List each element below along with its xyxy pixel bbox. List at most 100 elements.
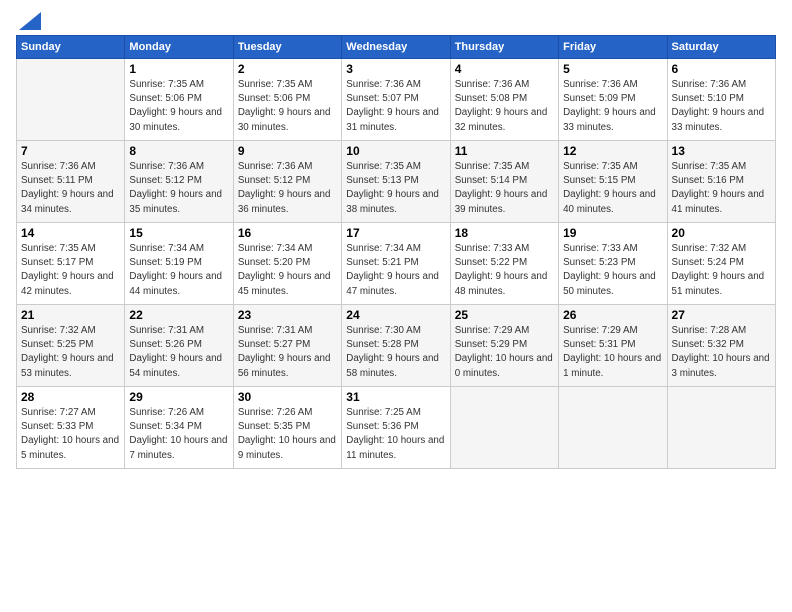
calendar-cell: 10 Sunrise: 7:35 AMSunset: 5:13 PMDayligh… (342, 141, 450, 223)
day-number: 24 (346, 308, 445, 322)
calendar-cell: 18 Sunrise: 7:33 AMSunset: 5:22 PMDayligh… (450, 223, 558, 305)
day-info: Sunrise: 7:29 AMSunset: 5:29 PMDaylight:… (455, 324, 554, 381)
day-info: Sunrise: 7:34 AMSunset: 5:20 PMDaylight:… (238, 242, 337, 299)
day-info: Sunrise: 7:30 AMSunset: 5:28 PMDaylight:… (346, 324, 445, 381)
day-number: 31 (346, 390, 445, 404)
day-header-tuesday: Tuesday (233, 36, 341, 59)
day-info: Sunrise: 7:36 AMSunset: 5:07 PMDaylight:… (346, 78, 445, 135)
day-info: Sunrise: 7:33 AMSunset: 5:22 PMDaylight:… (455, 242, 554, 299)
calendar-cell: 11 Sunrise: 7:35 AMSunset: 5:14 PMDayligh… (450, 141, 558, 223)
day-info: Sunrise: 7:32 AMSunset: 5:24 PMDaylight:… (672, 242, 771, 299)
day-info: Sunrise: 7:26 AMSunset: 5:35 PMDaylight:… (238, 406, 337, 463)
day-number: 5 (563, 62, 662, 76)
day-number: 18 (455, 226, 554, 240)
calendar-cell: 27 Sunrise: 7:28 AMSunset: 5:32 PMDayligh… (667, 305, 775, 387)
day-info: Sunrise: 7:25 AMSunset: 5:36 PMDaylight:… (346, 406, 445, 463)
logo-icon (19, 12, 41, 30)
day-number: 23 (238, 308, 337, 322)
day-number: 29 (129, 390, 228, 404)
day-number: 1 (129, 62, 228, 76)
day-info: Sunrise: 7:36 AMSunset: 5:09 PMDaylight:… (563, 78, 662, 135)
calendar-cell (559, 387, 667, 469)
day-number: 13 (672, 144, 771, 158)
day-number: 17 (346, 226, 445, 240)
calendar-cell: 8Sunrise: 7:36 AMSunset: 5:12 PMDaylight… (125, 141, 233, 223)
calendar-cell: 12Sunrise: 7:35 AMSunset: 5:15 PMDayligh… (559, 141, 667, 223)
calendar-cell: 26 Sunrise: 7:29 AMSunset: 5:31 PMDayligh… (559, 305, 667, 387)
day-info: Sunrise: 7:33 AMSunset: 5:23 PMDaylight:… (563, 242, 662, 299)
calendar-cell: 3 Sunrise: 7:36 AMSunset: 5:07 PMDaylight… (342, 59, 450, 141)
day-info: Sunrise: 7:35 AMSunset: 5:14 PMDaylight:… (455, 160, 554, 217)
day-info: Sunrise: 7:34 AMSunset: 5:19 PMDaylight:… (129, 242, 228, 299)
day-header-wednesday: Wednesday (342, 36, 450, 59)
calendar-cell: 1Sunrise: 7:35 AMSunset: 5:06 PMDaylight… (125, 59, 233, 141)
calendar-cell: 6Sunrise: 7:36 AMSunset: 5:10 PMDaylight… (667, 59, 775, 141)
calendar-cell: 2Sunrise: 7:35 AMSunset: 5:06 PMDaylight… (233, 59, 341, 141)
day-number: 14 (21, 226, 120, 240)
calendar-cell (17, 59, 125, 141)
week-row: 21Sunrise: 7:32 AMSunset: 5:25 PMDayligh… (17, 305, 776, 387)
week-row: 14 Sunrise: 7:35 AMSunset: 5:17 PMDayligh… (17, 223, 776, 305)
day-header-thursday: Thursday (450, 36, 558, 59)
week-row: 7 Sunrise: 7:36 AMSunset: 5:11 PMDaylight… (17, 141, 776, 223)
calendar-cell: 25 Sunrise: 7:29 AMSunset: 5:29 PMDayligh… (450, 305, 558, 387)
day-number: 26 (563, 308, 662, 322)
day-header-saturday: Saturday (667, 36, 775, 59)
day-number: 27 (672, 308, 771, 322)
day-number: 16 (238, 226, 337, 240)
calendar-cell: 17 Sunrise: 7:34 AMSunset: 5:21 PMDayligh… (342, 223, 450, 305)
day-info: Sunrise: 7:35 AMSunset: 5:16 PMDaylight:… (672, 160, 771, 217)
day-info: Sunrise: 7:32 AMSunset: 5:25 PMDaylight:… (21, 324, 120, 381)
day-header-monday: Monday (125, 36, 233, 59)
calendar-cell: 22 Sunrise: 7:31 AMSunset: 5:26 PMDayligh… (125, 305, 233, 387)
day-number: 20 (672, 226, 771, 240)
day-info: Sunrise: 7:29 AMSunset: 5:31 PMDaylight:… (563, 324, 662, 381)
day-number: 8 (129, 144, 228, 158)
calendar-cell: 31 Sunrise: 7:25 AMSunset: 5:36 PMDayligh… (342, 387, 450, 469)
day-info: Sunrise: 7:31 AMSunset: 5:26 PMDaylight:… (129, 324, 228, 381)
day-info: Sunrise: 7:36 AMSunset: 5:08 PMDaylight:… (455, 78, 554, 135)
day-number: 28 (21, 390, 120, 404)
calendar-cell: 19 Sunrise: 7:33 AMSunset: 5:23 PMDayligh… (559, 223, 667, 305)
day-number: 3 (346, 62, 445, 76)
calendar-cell: 28 Sunrise: 7:27 AMSunset: 5:33 PMDayligh… (17, 387, 125, 469)
day-info: Sunrise: 7:36 AMSunset: 5:12 PMDaylight:… (238, 160, 337, 217)
calendar-cell: 14 Sunrise: 7:35 AMSunset: 5:17 PMDayligh… (17, 223, 125, 305)
calendar-cell: 13 Sunrise: 7:35 AMSunset: 5:16 PMDayligh… (667, 141, 775, 223)
day-number: 7 (21, 144, 120, 158)
day-info: Sunrise: 7:34 AMSunset: 5:21 PMDaylight:… (346, 242, 445, 299)
day-number: 11 (455, 144, 554, 158)
day-info: Sunrise: 7:27 AMSunset: 5:33 PMDaylight:… (21, 406, 120, 463)
calendar-cell (450, 387, 558, 469)
day-info: Sunrise: 7:28 AMSunset: 5:32 PMDaylight:… (672, 324, 771, 381)
day-number: 15 (129, 226, 228, 240)
calendar-cell: 20 Sunrise: 7:32 AMSunset: 5:24 PMDayligh… (667, 223, 775, 305)
logo (16, 12, 41, 27)
calendar-cell: 4 Sunrise: 7:36 AMSunset: 5:08 PMDaylight… (450, 59, 558, 141)
day-number: 4 (455, 62, 554, 76)
day-number: 19 (563, 226, 662, 240)
calendar-cell: 5 Sunrise: 7:36 AMSunset: 5:09 PMDaylight… (559, 59, 667, 141)
day-number: 2 (238, 62, 337, 76)
calendar-cell: 15 Sunrise: 7:34 AMSunset: 5:19 PMDayligh… (125, 223, 233, 305)
calendar-cell: 23 Sunrise: 7:31 AMSunset: 5:27 PMDayligh… (233, 305, 341, 387)
day-info: Sunrise: 7:31 AMSunset: 5:27 PMDaylight:… (238, 324, 337, 381)
day-number: 22 (129, 308, 228, 322)
calendar-cell (667, 387, 775, 469)
day-number: 25 (455, 308, 554, 322)
day-info: Sunrise: 7:35 AMSunset: 5:13 PMDaylight:… (346, 160, 445, 217)
day-number: 10 (346, 144, 445, 158)
day-number: 9 (238, 144, 337, 158)
day-header-sunday: Sunday (17, 36, 125, 59)
day-number: 30 (238, 390, 337, 404)
day-info: Sunrise: 7:36 AMSunset: 5:11 PMDaylight:… (21, 160, 120, 217)
calendar-cell: 29Sunrise: 7:26 AMSunset: 5:34 PMDayligh… (125, 387, 233, 469)
calendar-cell: 21Sunrise: 7:32 AMSunset: 5:25 PMDayligh… (17, 305, 125, 387)
calendar-cell: 24 Sunrise: 7:30 AMSunset: 5:28 PMDayligh… (342, 305, 450, 387)
day-info: Sunrise: 7:35 AMSunset: 5:15 PMDaylight:… (563, 160, 662, 217)
week-row: 1Sunrise: 7:35 AMSunset: 5:06 PMDaylight… (17, 59, 776, 141)
calendar-cell: 30 Sunrise: 7:26 AMSunset: 5:35 PMDayligh… (233, 387, 341, 469)
day-info: Sunrise: 7:35 AMSunset: 5:17 PMDaylight:… (21, 242, 120, 299)
week-row: 28 Sunrise: 7:27 AMSunset: 5:33 PMDayligh… (17, 387, 776, 469)
calendar-cell: 7 Sunrise: 7:36 AMSunset: 5:11 PMDaylight… (17, 141, 125, 223)
